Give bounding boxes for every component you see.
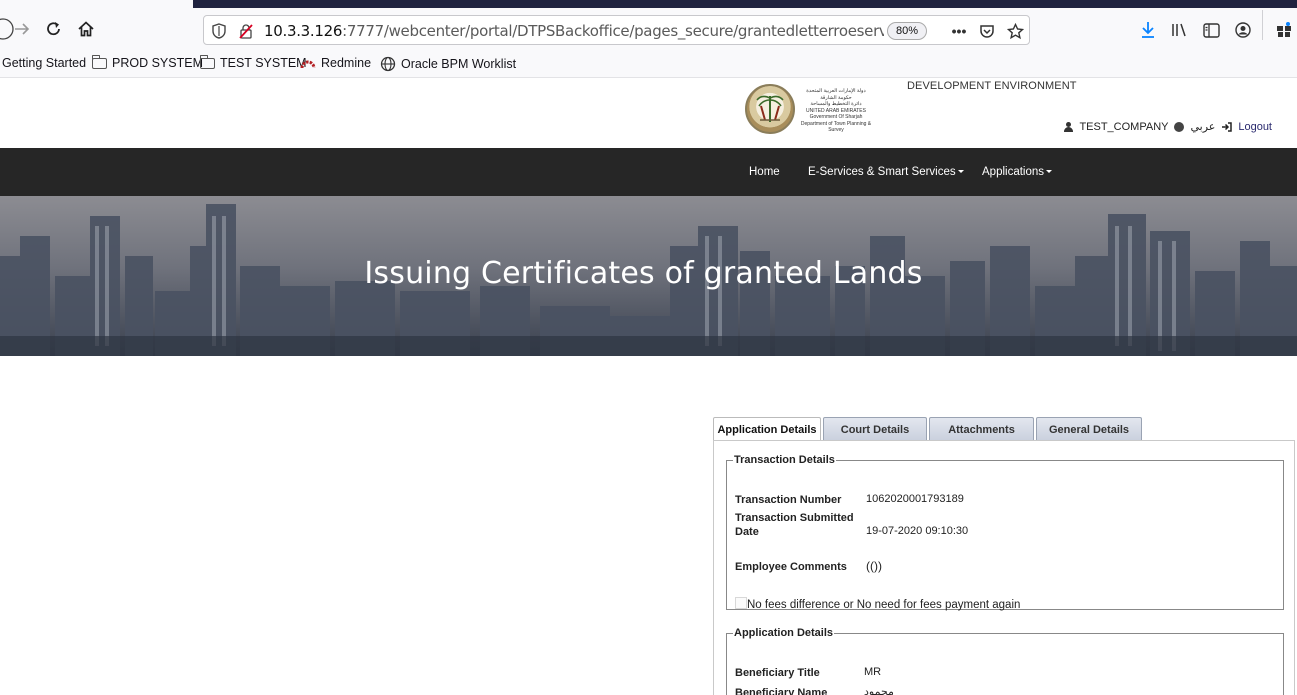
nav-label: Applications xyxy=(982,166,1045,178)
page-title-text: Issuing Certificates of granted Lands xyxy=(364,256,923,291)
home-icon xyxy=(78,21,94,37)
logo-line: دائرة التخطيط والمساحة xyxy=(810,101,862,107)
extensions-icon[interactable] xyxy=(1272,18,1296,42)
account-icon[interactable] xyxy=(1231,18,1255,42)
caret-down-icon xyxy=(1046,170,1053,174)
environment-label: DEVELOPMENT ENVIRONMENT xyxy=(907,80,1077,92)
tab-panel: Transaction Details Transaction Number 1… xyxy=(713,440,1295,695)
bookmark-prod-system[interactable]: PROD SYSTEM xyxy=(91,54,203,70)
globe-icon xyxy=(380,56,396,72)
logo-line: Government Of Sharjah xyxy=(809,114,863,120)
downloads-icon[interactable] xyxy=(1136,18,1160,42)
username[interactable]: TEST_COMPANY xyxy=(1079,121,1168,133)
site-header xyxy=(0,78,1297,148)
bookmark-oracle-bpm-worklist[interactable]: Oracle BPM Worklist xyxy=(380,56,516,72)
beneficiary-title-value: MR xyxy=(864,666,882,678)
folder-icon xyxy=(199,54,215,69)
transaction-details-group: Transaction Details Transaction Number 1… xyxy=(726,454,1284,611)
library-icon[interactable] xyxy=(1168,18,1192,42)
main-navigation: Home E-Services & Smart Services Applica… xyxy=(0,148,1297,196)
toolbar-separator xyxy=(1262,10,1263,40)
browser-toolbar: 10.3.3.126:7777/webcenter/portal/DTPSBac… xyxy=(0,0,1297,48)
palm-emblem-icon xyxy=(756,95,784,122)
bookmark-getting-started[interactable]: Getting Started xyxy=(2,56,86,70)
forward-button[interactable] xyxy=(9,16,35,42)
language-switch-link[interactable]: عربي xyxy=(1190,120,1215,133)
bookmark-label: TEST SYSTEM xyxy=(220,56,307,70)
tab-court-details[interactable]: Court Details xyxy=(823,417,927,441)
address-bar[interactable]: 10.3.3.126:7777/webcenter/portal/DTPSBac… xyxy=(203,15,1030,45)
application-details-group: Application Details Beneficiary Title MR… xyxy=(726,627,1284,695)
employee-comments-label: Employee Comments xyxy=(735,561,847,573)
user-icon xyxy=(1063,121,1073,132)
bookmark-star-icon[interactable] xyxy=(1005,21,1025,41)
group-legend: Transaction Details xyxy=(734,454,835,466)
page-actions-icon[interactable]: ••• xyxy=(949,21,969,41)
nav-e-services[interactable]: E-Services & Smart Services xyxy=(808,166,964,178)
redmine-icon xyxy=(300,60,316,69)
globe-icon xyxy=(1174,121,1185,132)
logo-line: Department of Town Planning & Survey xyxy=(800,120,872,134)
nav-home[interactable]: Home xyxy=(749,166,780,178)
nav-label: Home xyxy=(749,166,780,178)
logo-line: دولة الإمارات العربية المتحدة xyxy=(806,88,866,94)
transaction-number-label: Transaction Number xyxy=(735,494,842,506)
employee-comments-value: (()) xyxy=(866,559,882,573)
nav-applications[interactable]: Applications xyxy=(982,166,1053,178)
government-emblem-logo[interactable] xyxy=(745,84,795,134)
forward-arrow-icon xyxy=(15,23,30,35)
sidebar-icon[interactable] xyxy=(1199,18,1223,42)
transaction-date-label: Transaction Submitted Date xyxy=(735,512,854,538)
tab-attachments[interactable]: Attachments xyxy=(929,417,1034,441)
bookmark-redmine[interactable]: Redmine xyxy=(300,56,371,70)
transaction-date-value: 19-07-2020 09:10:30 xyxy=(866,525,969,537)
bookmark-test-system[interactable]: TEST SYSTEM xyxy=(199,54,307,70)
pocket-icon[interactable] xyxy=(977,21,997,41)
beneficiary-name-label: Beneficiary Name xyxy=(735,687,828,695)
bookmarks-toolbar: Getting Started PROD SYSTEM TEST SYSTEM … xyxy=(0,48,1297,78)
nav-label: E-Services & Smart Services xyxy=(808,166,956,178)
user-menu: TEST_COMPANY عربي Logout xyxy=(1063,120,1272,133)
beneficiary-title-label: Beneficiary Title xyxy=(735,667,820,679)
bookmark-label: Redmine xyxy=(321,56,372,70)
no-fees-checkbox[interactable] xyxy=(735,597,747,609)
folder-icon xyxy=(91,54,107,69)
bookmark-label: PROD SYSTEM xyxy=(112,56,203,70)
logout-icon xyxy=(1222,121,1233,132)
hero-banner: Issuing Certificates of granted Lands xyxy=(0,196,1297,356)
zoom-level-button[interactable]: 80% xyxy=(887,22,927,40)
caret-down-icon xyxy=(957,170,964,174)
url-text[interactable]: 10.3.3.126:7777/webcenter/portal/DTPSBac… xyxy=(264,22,884,40)
detail-tabs: Application Details Court Details Attach… xyxy=(713,417,1144,442)
window-title-strip xyxy=(193,0,1297,8)
shield-icon[interactable] xyxy=(209,21,229,41)
group-legend: Application Details xyxy=(734,627,834,639)
bookmark-label: Oracle BPM Worklist xyxy=(401,57,517,71)
insecure-lock-icon[interactable] xyxy=(236,21,256,41)
beneficiary-name-value: محمود xyxy=(864,686,894,695)
page-title: Issuing Certificates of granted Lands xyxy=(0,256,1297,291)
tab-application-details[interactable]: Application Details xyxy=(713,417,821,442)
no-fees-checkbox-label: No fees difference or No need for fees p… xyxy=(747,599,1021,611)
reload-icon xyxy=(47,22,60,36)
tab-general-details[interactable]: General Details xyxy=(1036,417,1142,441)
reload-button[interactable] xyxy=(41,16,67,42)
bookmark-label: Getting Started xyxy=(2,56,87,70)
logout-link[interactable]: Logout xyxy=(1238,121,1272,133)
home-button[interactable] xyxy=(73,16,99,42)
transaction-number-value: 1062020001793189 xyxy=(866,493,964,505)
logo-text: دولة الإمارات العربية المتحدة حكومة الشا… xyxy=(800,88,872,134)
